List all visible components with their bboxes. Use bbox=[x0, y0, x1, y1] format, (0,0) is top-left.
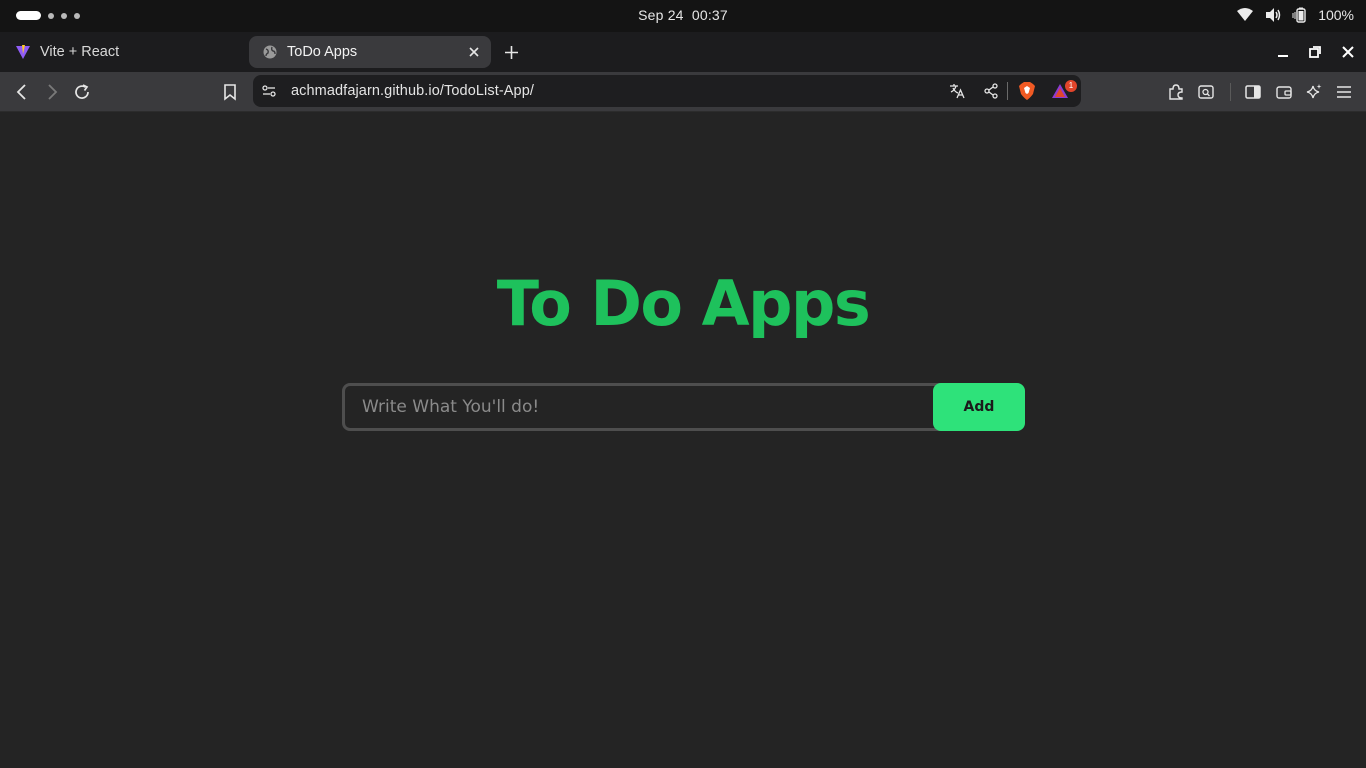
tab-todo-apps[interactable]: ToDo Apps bbox=[249, 36, 491, 68]
todo-input[interactable] bbox=[342, 383, 962, 431]
share-icon[interactable] bbox=[982, 82, 1000, 100]
workspace-dot[interactable] bbox=[74, 12, 80, 19]
wifi-icon bbox=[1237, 8, 1254, 21]
new-tab-icon[interactable] bbox=[503, 44, 520, 61]
close-window-icon[interactable] bbox=[1340, 44, 1356, 60]
tab-vite-react[interactable]: Vite + React bbox=[0, 36, 242, 68]
workspace-dot[interactable] bbox=[61, 12, 67, 19]
reload-icon[interactable] bbox=[73, 83, 91, 101]
close-tab-icon[interactable] bbox=[467, 45, 481, 59]
leo-search-icon[interactable] bbox=[1197, 83, 1215, 101]
battery-percentage: 100% bbox=[1318, 7, 1354, 23]
url-text[interactable]: achmadfajarn.github.io/TodoList-App/ bbox=[291, 83, 534, 99]
site-settings-icon[interactable] bbox=[261, 83, 277, 99]
battery-icon bbox=[1292, 7, 1306, 23]
system-top-bar: Sep 24 00:37 100% bbox=[0, 0, 1366, 32]
divider bbox=[1007, 82, 1008, 100]
todo-form: Add bbox=[342, 383, 1026, 431]
sidebar-icon[interactable] bbox=[1244, 83, 1262, 101]
menu-icon[interactable] bbox=[1335, 83, 1353, 101]
volume-icon bbox=[1266, 8, 1281, 22]
workspace-dot[interactable] bbox=[48, 12, 54, 19]
brave-shields-icon[interactable] bbox=[1017, 81, 1037, 101]
wallet-icon[interactable] bbox=[1275, 83, 1293, 101]
workspace-active[interactable] bbox=[16, 11, 41, 20]
clock-time[interactable]: 00:37 bbox=[692, 7, 728, 23]
workspace-indicator[interactable] bbox=[16, 11, 80, 20]
system-status-area[interactable]: 100% bbox=[1236, 7, 1354, 23]
translate-icon[interactable] bbox=[948, 82, 966, 100]
toolbar-divider bbox=[1230, 83, 1231, 101]
leo-ai-icon[interactable] bbox=[1305, 83, 1323, 101]
browser-tab-strip: Vite + React ToDo Apps bbox=[0, 32, 1366, 72]
tab-title: Vite + React bbox=[40, 44, 120, 60]
tab-title: ToDo Apps bbox=[287, 44, 358, 60]
vite-icon bbox=[16, 45, 30, 59]
browser-toolbar: achmadfajarn.github.io/TodoList-App/ 1 bbox=[0, 72, 1366, 112]
clock[interactable]: Sep 24 00:37 bbox=[0, 7, 1366, 23]
globe-icon bbox=[263, 45, 277, 59]
notification-badge: 1 bbox=[1065, 80, 1077, 92]
page-content: To Do Apps Add bbox=[0, 113, 1366, 768]
extensions-icon[interactable] bbox=[1167, 83, 1185, 101]
maximize-icon[interactable] bbox=[1307, 44, 1323, 60]
clock-date[interactable]: Sep 24 bbox=[638, 7, 684, 23]
add-button[interactable]: Add bbox=[933, 383, 1025, 431]
back-icon[interactable] bbox=[13, 83, 31, 101]
forward-icon[interactable] bbox=[43, 83, 61, 101]
bookmark-icon[interactable] bbox=[221, 83, 239, 101]
minimize-icon[interactable] bbox=[1275, 44, 1291, 60]
app-title: To Do Apps bbox=[496, 267, 871, 340]
address-bar[interactable]: achmadfajarn.github.io/TodoList-App/ 1 bbox=[253, 75, 1081, 107]
